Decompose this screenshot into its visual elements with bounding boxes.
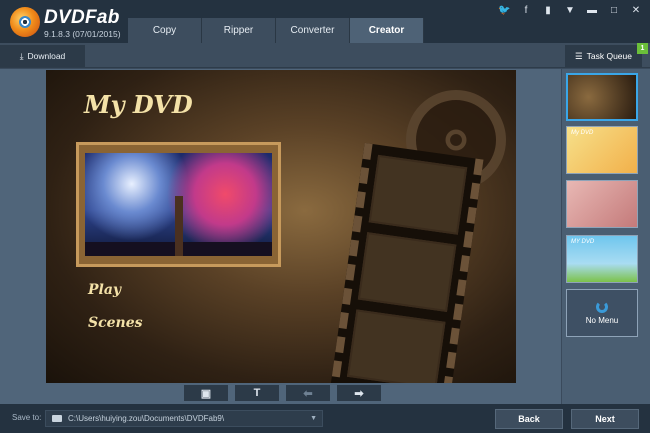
back-button[interactable]: Back	[495, 409, 563, 429]
arrow-right-icon: ➡	[354, 387, 364, 400]
menu-icon[interactable]: ▮	[542, 5, 554, 16]
image-icon: ▣	[200, 387, 212, 400]
tab-ripper[interactable]: Ripper	[202, 18, 276, 43]
preview-title[interactable]: My DVD	[84, 90, 193, 119]
tab-converter[interactable]: Converter	[276, 18, 350, 43]
menu-preview[interactable]: My DVD Play Scenes	[46, 70, 516, 383]
twitter-icon[interactable]: 🐦	[498, 5, 510, 16]
top-bar: DVDFab 9.1.8.3 (07/01/2015) Copy Ripper …	[0, 0, 650, 43]
no-menu-option[interactable]: No Menu	[566, 289, 638, 337]
dvdfab-logo-icon	[10, 7, 40, 37]
dropdown-icon[interactable]: ▼	[564, 5, 576, 16]
chevron-down-icon[interactable]: ▼	[310, 415, 317, 422]
next-button[interactable]: Next	[571, 409, 639, 429]
mode-tabs: Copy Ripper Converter Creator	[128, 18, 424, 43]
download-button[interactable]: ⤓ Download	[0, 45, 85, 67]
minimize-icon[interactable]: ▬	[586, 5, 598, 16]
footer-bar: Save to: C:\Users\huiying.zou\Documents\…	[0, 404, 650, 433]
sub-toolbar: ⤓ Download ☰ Task Queue 1	[0, 43, 650, 68]
template-2-label: My DVD	[571, 130, 594, 136]
save-path-field[interactable]: C:\Users\huiying.zou\Documents\DVDFab9\ …	[45, 410, 323, 427]
folder-icon	[52, 415, 62, 422]
text-icon: T	[253, 387, 261, 399]
main-panel: My DVD Play Scenes ▣ T ⬅ ➡	[0, 69, 561, 404]
template-thumbnail-1[interactable]	[566, 73, 638, 121]
preview-scenes-link[interactable]: Scenes	[88, 315, 143, 331]
facebook-icon[interactable]: f	[520, 5, 532, 16]
no-menu-label: No Menu	[585, 316, 619, 325]
template-4-label: MY DVD	[571, 239, 595, 245]
fireworks-image	[85, 153, 272, 256]
window-controls: 🐦 f ▮ ▼ ▬ □ ✕	[498, 5, 642, 16]
list-icon: ☰	[575, 50, 583, 61]
template-thumbnail-3[interactable]	[566, 180, 638, 228]
refresh-icon	[596, 301, 608, 313]
tab-creator[interactable]: Creator	[350, 18, 424, 43]
download-icon: ⤓	[19, 50, 24, 61]
download-label: Download	[27, 51, 66, 61]
next-page-button[interactable]: ➡	[337, 385, 381, 401]
close-icon[interactable]: ✕	[630, 5, 642, 16]
task-queue-count-badge: 1	[637, 43, 648, 54]
arrow-left-icon: ⬅	[303, 387, 313, 400]
preview-play-link[interactable]: Play	[88, 282, 121, 298]
text-tool-button[interactable]: T	[235, 385, 279, 401]
save-to-label: Save to:	[12, 413, 42, 422]
template-panel: My DVD MY DVD No Menu	[562, 69, 650, 404]
task-queue-label: Task Queue	[586, 51, 632, 61]
save-path-value: C:\Users\huiying.zou\Documents\DVDFab9\	[68, 414, 225, 423]
app-version: 9.1.8.3 (07/01/2015)	[44, 29, 121, 39]
template-thumbnail-2[interactable]: My DVD	[566, 126, 638, 174]
film-strip-decoration	[328, 142, 484, 383]
template-thumbnail-4[interactable]: MY DVD	[566, 235, 638, 283]
previous-page-button[interactable]: ⬅	[286, 385, 330, 401]
task-queue-button[interactable]: ☰ Task Queue	[565, 45, 642, 67]
tab-copy[interactable]: Copy	[128, 18, 202, 43]
video-frame[interactable]	[76, 142, 281, 267]
app-name: DVDFab	[44, 7, 120, 28]
image-tool-button[interactable]: ▣	[184, 385, 228, 401]
preview-toolbar: ▣ T ⬅ ➡	[184, 385, 381, 401]
maximize-icon[interactable]: □	[608, 5, 620, 16]
